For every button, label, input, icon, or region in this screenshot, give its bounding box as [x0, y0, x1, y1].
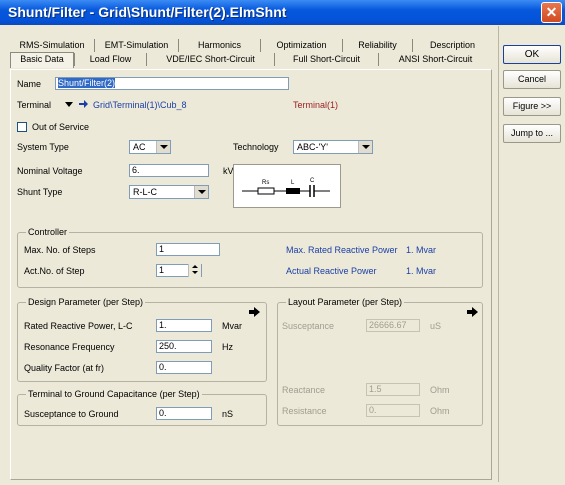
design-title: Design Parameter (per Step) [26, 297, 146, 307]
system-type-value: AC [133, 142, 146, 152]
tab-basic-data[interactable]: Basic Data [10, 52, 74, 68]
shunt-type-value: R-L-C [133, 187, 157, 197]
chevron-down-icon [194, 186, 208, 198]
resistance-field: 0. [366, 404, 420, 417]
terminal-dropdown-icon[interactable] [63, 98, 75, 110]
layout-title: Layout Parameter (per Step) [286, 297, 405, 307]
layout-parameter-group: Layout Parameter (per Step) Susceptance … [277, 297, 483, 426]
figure-button[interactable]: Figure >> [503, 97, 561, 116]
out-of-service-label: Out of Service [32, 122, 90, 132]
jump-to-button[interactable]: Jump to ... [503, 124, 561, 143]
capacitance-title: Terminal to Ground Capacitance (per Step… [26, 389, 202, 399]
technology-label: Technology [233, 142, 279, 152]
controller-group: Controller Max. No. of Steps 1 Act.No. o… [17, 227, 483, 288]
nominal-voltage-field[interactable]: 6. [129, 164, 209, 177]
title-bar: Shunt/Filter - Grid\Shunt/Filter(2).ElmS… [0, 0, 565, 25]
layout-arrow-button[interactable] [466, 306, 479, 318]
window-title: Shunt/Filter - Grid\Shunt/Filter(2).ElmS… [8, 4, 287, 20]
resistance-unit: Ohm [430, 406, 450, 416]
l-label: L [291, 180, 295, 186]
tab-emt-simulation[interactable]: EMT-Simulation [94, 39, 178, 52]
controller-title: Controller [26, 227, 70, 237]
c-label: C [310, 178, 315, 184]
quality-factor-label: Quality Factor (at fr) [24, 363, 105, 373]
susceptance-ground-unit: nS [222, 409, 234, 419]
rlc-circuit-icon: Rs L C [242, 178, 330, 197]
technology-select[interactable]: ABC-'Y' [293, 140, 373, 154]
susceptance-ground-field[interactable]: 0. [156, 407, 212, 420]
system-type-select[interactable]: AC [129, 140, 171, 154]
out-of-service-checkbox[interactable] [17, 122, 27, 132]
rated-reactive-field[interactable]: 1. [156, 319, 212, 332]
rated-reactive-label: Rated Reactive Power, L-C [24, 321, 133, 331]
shunt-diagram: Rs L C [233, 164, 341, 208]
cancel-button[interactable]: Cancel [503, 70, 561, 89]
terminal-path[interactable]: Grid\Terminal(1)\Cub_8 [93, 100, 187, 110]
max-steps-field[interactable]: 1 [156, 243, 220, 256]
act-step-spinner[interactable] [188, 264, 201, 277]
susceptance-label: Susceptance [282, 321, 335, 331]
resistance-label: Resistance [282, 406, 327, 416]
tab-reliability[interactable]: Reliability [342, 39, 412, 52]
chevron-down-icon [156, 141, 170, 153]
actual-reactive-value: 1. Mvar [406, 266, 437, 276]
shunt-type-label: Shunt Type [17, 187, 63, 197]
shunt-type-select[interactable]: R-L-C [129, 185, 209, 199]
susceptance-ground-label: Susceptance to Ground [24, 409, 119, 419]
susceptance-unit: uS [430, 321, 442, 331]
resonance-label: Resonance Frequency [24, 342, 115, 352]
dialog-pane: RMS-Simulation EMT-Simulation Harmonics … [4, 26, 499, 482]
arrow-right-icon [249, 307, 260, 317]
tab-full-short-circuit[interactable]: Full Short-Circuit [274, 53, 378, 66]
arrow-right-icon [467, 307, 478, 317]
rated-reactive-unit: Mvar [222, 321, 242, 331]
resonance-unit: Hz [222, 342, 233, 352]
tab-harmonics[interactable]: Harmonics [178, 39, 260, 52]
max-steps-label: Max. No. of Steps [24, 245, 96, 255]
tab-row-2: Basic Data Load Flow VDE/IEC Short-Circu… [10, 52, 492, 68]
name-label: Name [17, 79, 42, 89]
name-field[interactable]: Shunt/Filter(2) [55, 77, 289, 90]
rs-label: Rs [262, 180, 269, 186]
nominal-voltage-unit: kV [223, 166, 234, 176]
basic-data-panel: Name Shunt/Filter(2) Terminal Grid\Termi… [10, 69, 492, 480]
system-type-label: System Type [17, 142, 69, 152]
design-arrow-button[interactable] [248, 306, 261, 318]
jump-arrow-icon[interactable] [77, 98, 89, 110]
max-rated-value: 1. Mvar [406, 245, 437, 255]
tab-optimization[interactable]: Optimization [260, 39, 342, 52]
susceptance-field: 26666.67 [366, 319, 420, 332]
max-rated-label: Max. Rated Reactive Power [286, 245, 398, 255]
quality-factor-field[interactable]: 0. [156, 361, 212, 374]
tab-vde-iec-short-circuit[interactable]: VDE/IEC Short-Circuit [146, 53, 274, 66]
reactance-field: 1.5 [366, 383, 420, 396]
resonance-field[interactable]: 250. [156, 340, 212, 353]
close-button[interactable]: ✕ [541, 2, 562, 23]
name-value: Shunt/Filter(2) [58, 78, 116, 88]
design-parameter-group: Design Parameter (per Step) Rated Reacti… [17, 297, 267, 382]
actual-reactive-label: Actual Reactive Power [286, 266, 377, 276]
terminal-label: Terminal [17, 100, 52, 110]
tab-ansi-short-circuit[interactable]: ANSI Short-Circuit [378, 53, 492, 66]
tab-row-1: RMS-Simulation EMT-Simulation Harmonics … [10, 39, 492, 52]
nominal-voltage-label: Nominal Voltage [17, 166, 83, 176]
reactance-label: Reactance [282, 385, 326, 395]
tab-description[interactable]: Description [412, 39, 492, 52]
tab-load-flow[interactable]: Load Flow [74, 53, 146, 66]
ok-button[interactable]: OK [503, 45, 561, 64]
terminal-name: Terminal(1) [293, 100, 339, 110]
capacitance-group: Terminal to Ground Capacitance (per Step… [17, 389, 267, 426]
tab-rms-simulation[interactable]: RMS-Simulation [10, 39, 94, 52]
reactance-unit: Ohm [430, 385, 450, 395]
act-step-label: Act.No. of Step [24, 266, 85, 276]
chevron-down-icon [358, 141, 372, 153]
technology-value: ABC-'Y' [297, 142, 328, 152]
